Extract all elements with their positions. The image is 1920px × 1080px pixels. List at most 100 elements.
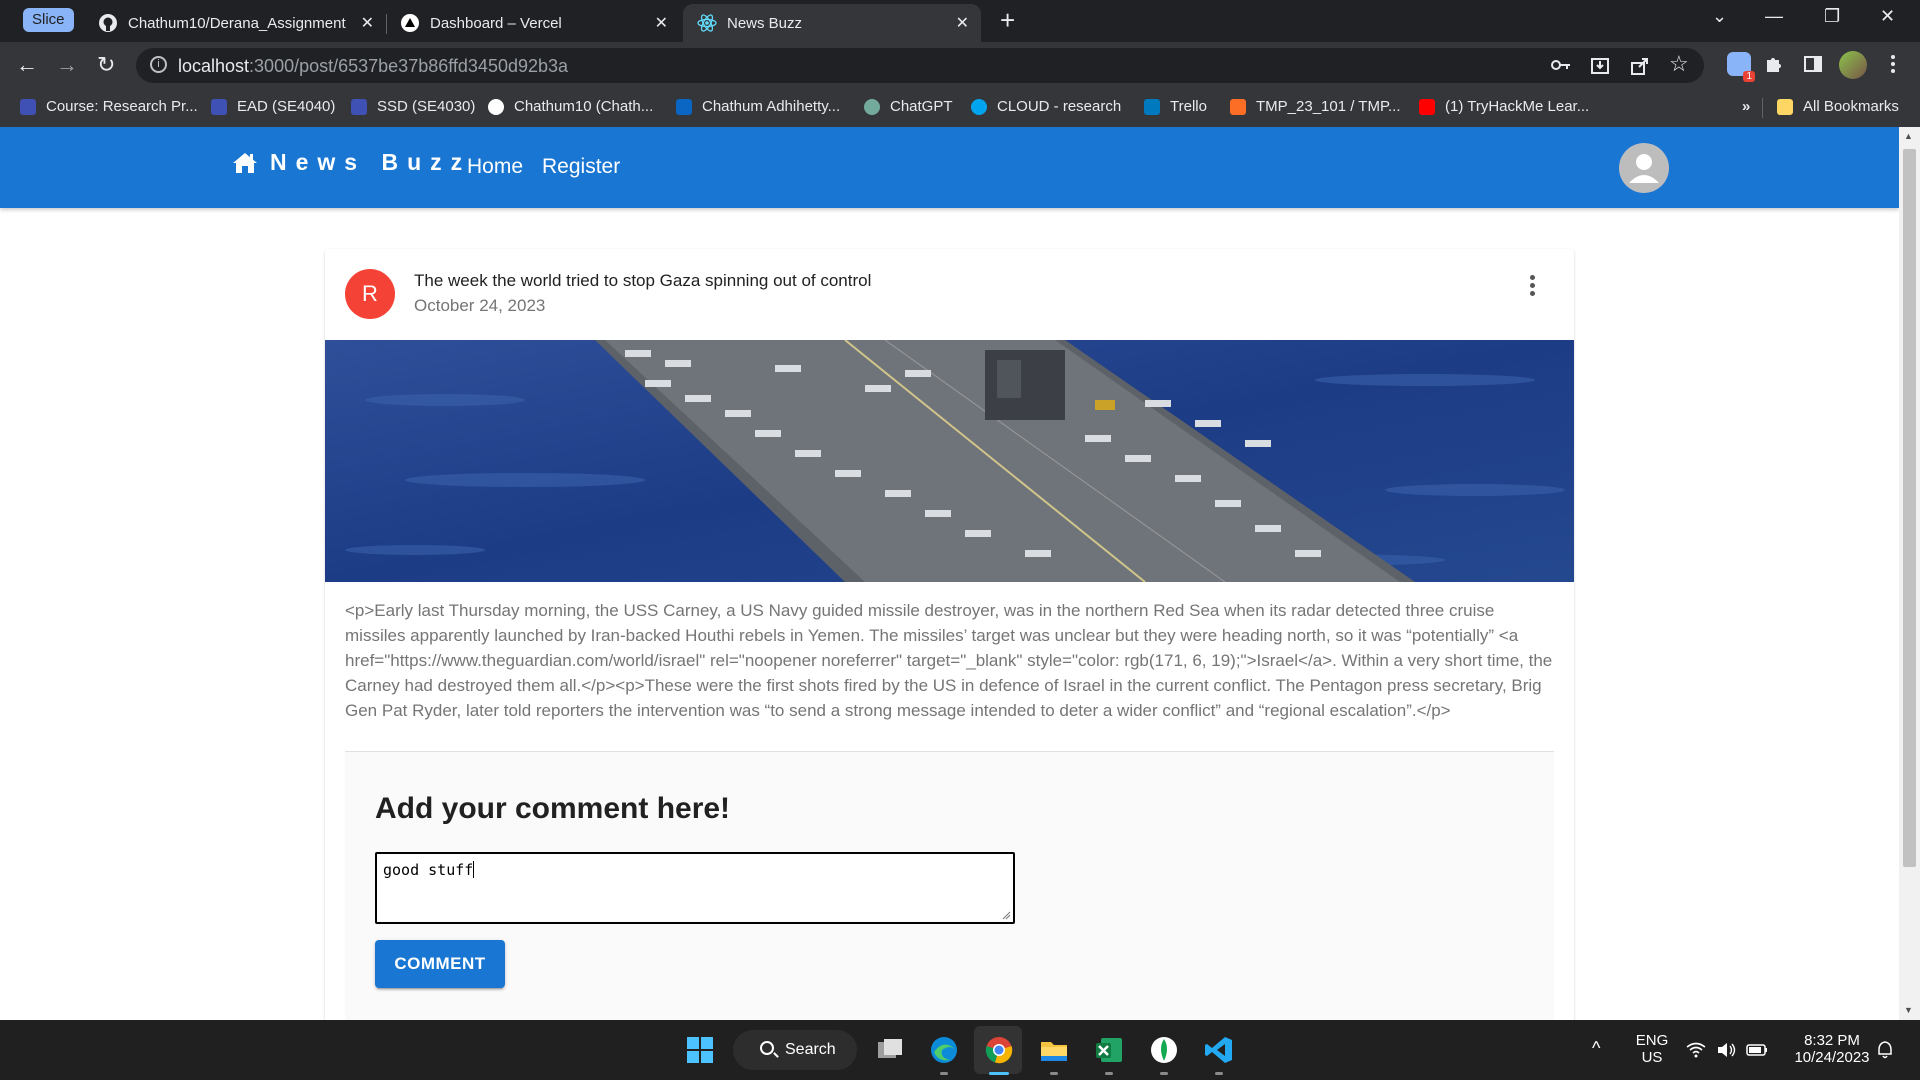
tab-title: News Buzz <box>727 14 803 32</box>
side-panel-icon[interactable] <box>1803 54 1823 74</box>
close-icon[interactable]: ✕ <box>655 13 668 33</box>
taskbar-active-indicator <box>989 1072 1009 1075</box>
bookmark-item[interactable]: Chathum10 (Chath... <box>488 98 653 115</box>
site-info-icon[interactable]: i <box>150 56 167 73</box>
bookmark-item[interactable]: Chathum Adhihetty... <box>676 98 840 115</box>
bookmarks-divider <box>1762 98 1763 118</box>
extension-icon[interactable]: 1 <box>1727 52 1755 82</box>
bookmark-label: SSD (SE4030) <box>377 98 476 115</box>
trello-icon <box>1144 98 1160 115</box>
bookmark-label: Trello <box>1170 98 1207 115</box>
windows-start-icon[interactable] <box>684 1034 716 1066</box>
battery-icon[interactable] <box>1746 1042 1768 1058</box>
back-button[interactable]: ← <box>16 52 38 78</box>
bookmark-label: ChatGPT <box>890 98 953 115</box>
new-tab-button[interactable]: + <box>1000 6 1015 34</box>
bookmark-item[interactable]: SSD (SE4030) <box>351 98 475 115</box>
university-icon <box>211 98 227 115</box>
scroll-thumb[interactable] <box>1903 149 1916 867</box>
clock-date: 10/24/2023 <box>1794 1049 1870 1066</box>
task-view-icon[interactable] <box>874 1034 906 1066</box>
restore-button[interactable]: ❐ <box>1824 6 1840 27</box>
close-window-button[interactable]: ✕ <box>1880 6 1895 27</box>
share-icon[interactable] <box>1630 56 1650 76</box>
tab-title: Chathum10/Derana_Assignment <box>128 14 346 32</box>
bookmark-item[interactable]: CLOUD - research <box>971 98 1121 115</box>
close-icon[interactable]: ✕ <box>361 13 374 33</box>
brand-name: News Buzz <box>270 149 472 175</box>
extensions-puzzle-icon[interactable] <box>1764 54 1784 74</box>
post-image <box>325 340 1574 582</box>
edge-browser-icon[interactable] <box>928 1034 960 1066</box>
scroll-up-arrow-icon[interactable]: ▲ <box>1904 131 1913 141</box>
home-icon <box>233 152 257 173</box>
github-icon <box>488 98 504 115</box>
post-author-avatar: R <box>345 269 395 319</box>
browser-toolbar: ← → ↻ i localhost:3000/post/6537be37b86f… <box>0 42 1920 89</box>
forward-button[interactable]: → <box>56 52 78 78</box>
vercel-icon <box>401 14 419 32</box>
bookmark-item[interactable]: Course: Research Pr... <box>20 98 198 115</box>
bookmark-item[interactable]: EAD (SE4040) <box>211 98 335 115</box>
notification-bell-icon[interactable] <box>1876 1040 1894 1060</box>
brand-logo[interactable]: News Buzz <box>232 149 471 176</box>
tab-search-dropdown-icon[interactable]: ⌄ <box>1712 6 1727 27</box>
menu-kebab-icon[interactable] <box>1890 54 1896 74</box>
tab-vercel[interactable]: Dashboard – Vercel ✕ <box>388 4 680 42</box>
tab-github[interactable]: Chathum10/Derana_Assignment ✕ <box>86 4 386 42</box>
tray-overflow-chevron-icon[interactable]: ^ <box>1592 1038 1600 1059</box>
chatgpt-icon <box>864 98 880 115</box>
bookmark-label: CLOUD - research <box>997 98 1122 115</box>
bookmark-item[interactable]: (1) TryHackMe Lear... <box>1419 98 1589 115</box>
bookmark-item[interactable]: ChatGPT <box>864 98 953 115</box>
chrome-icon[interactable] <box>983 1034 1015 1066</box>
profile-avatar[interactable] <box>1839 51 1867 79</box>
app-bar: News Buzz Home Register <box>0 127 1899 208</box>
taskbar-clock[interactable]: 8:32 PM 10/24/2023 <box>1782 1032 1882 1066</box>
bookmark-item[interactable]: Trello <box>1144 98 1207 115</box>
taskbar-search-label: Search <box>785 1041 836 1058</box>
excel-icon[interactable] <box>1093 1034 1125 1066</box>
reload-button[interactable]: ↻ <box>97 52 115 78</box>
close-icon[interactable]: ✕ <box>956 13 969 33</box>
all-bookmarks-button[interactable]: All Bookmarks <box>1777 98 1899 115</box>
tab-group-chip[interactable]: Slice <box>23 8 74 32</box>
bookmark-label: Chathum10 (Chath... <box>514 98 654 115</box>
key-icon[interactable] <box>1551 58 1571 72</box>
youtube-icon <box>1419 98 1435 115</box>
university-icon <box>20 98 36 115</box>
minimize-button[interactable]: — <box>1765 6 1783 27</box>
vscode-icon[interactable] <box>1203 1034 1235 1066</box>
nav-home-link[interactable]: Home <box>467 155 523 179</box>
page-scrollbar[interactable]: ▲ ▼ <box>1899 127 1920 1020</box>
nav-register-link[interactable]: Register <box>542 155 620 179</box>
post-body: <p>Early last Thursday morning, the USS … <box>345 601 1553 720</box>
resize-handle-icon[interactable] <box>1002 911 1011 920</box>
folder-icon <box>1777 98 1793 115</box>
comment-button[interactable]: COMMENT <box>375 940 505 988</box>
file-explorer-icon[interactable] <box>1038 1034 1070 1066</box>
wifi-icon[interactable] <box>1686 1042 1706 1058</box>
taskbar-search[interactable]: Search <box>733 1030 857 1070</box>
bookmark-star-icon[interactable]: ☆ <box>1669 51 1689 77</box>
tab-title: Dashboard – Vercel <box>430 14 562 32</box>
aircraft-carrier-image <box>325 340 1574 582</box>
scroll-down-arrow-icon[interactable]: ▼ <box>1904 1005 1913 1015</box>
user-avatar[interactable] <box>1619 143 1669 193</box>
bookmark-item[interactable]: TMP_23_101 / TMP... <box>1230 98 1401 115</box>
more-options-icon[interactable] <box>1530 275 1536 297</box>
tab-news-buzz[interactable]: News Buzz ✕ <box>683 4 981 42</box>
volume-icon[interactable] <box>1716 1042 1736 1058</box>
person-icon <box>1629 154 1659 183</box>
address-bar[interactable]: i localhost:3000/post/6537be37b86ffd3450… <box>136 48 1704 83</box>
taskbar-running-indicator <box>1050 1072 1058 1075</box>
windows-taskbar: Search ^ ENG US 8:32 PM 10/24/2023 <box>0 1020 1920 1080</box>
mongodb-compass-icon[interactable] <box>1148 1034 1180 1066</box>
install-icon[interactable] <box>1590 56 1610 76</box>
sharepoint-icon <box>971 98 987 115</box>
language-indicator[interactable]: ENG US <box>1632 1032 1672 1066</box>
taskbar-running-indicator <box>1215 1072 1223 1075</box>
react-icon <box>697 14 717 32</box>
bookmarks-overflow-button[interactable]: » <box>1742 98 1750 115</box>
comment-textarea[interactable]: good stuff <box>375 852 1015 924</box>
